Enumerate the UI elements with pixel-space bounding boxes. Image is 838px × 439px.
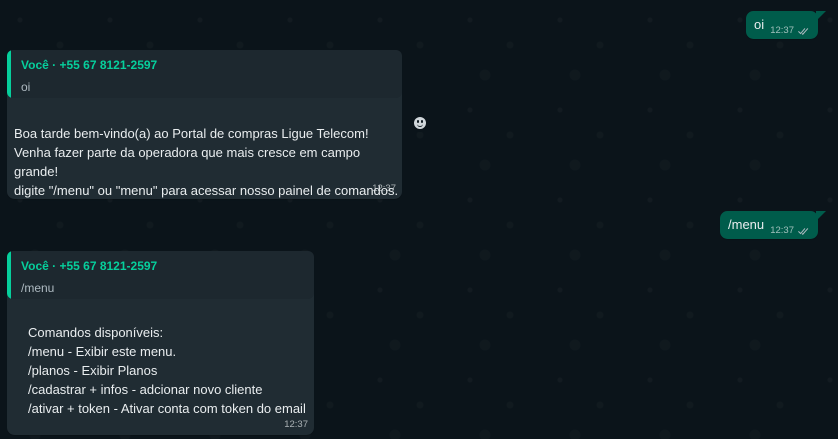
message-text: Boa tarde bem-vindo(a) ao Portal de comp… bbox=[14, 126, 399, 198]
incoming-message[interactable]: Você · +55 67 8121-2597 /menu Comandos d… bbox=[7, 251, 314, 435]
quote-author: Você · +55 67 8121-2597 bbox=[21, 259, 158, 273]
incoming-message[interactable]: Você · +55 67 8121-2597 oi Boa tarde bem… bbox=[7, 50, 402, 199]
message-meta: 12:37 bbox=[372, 183, 396, 194]
quote-author: Você · +55 67 8121-2597 bbox=[21, 58, 158, 72]
message-time: 12:37 bbox=[770, 25, 794, 36]
double-check-icon bbox=[798, 27, 809, 35]
quote-accent-bar bbox=[7, 50, 11, 98]
double-check-icon bbox=[798, 227, 809, 235]
outgoing-message[interactable]: oi 12:37 bbox=[746, 11, 818, 39]
message-time: 12:37 bbox=[284, 419, 308, 430]
message-meta: 12:37 bbox=[770, 25, 810, 36]
message-text: Comandos disponíveis: /menu - Exibir est… bbox=[28, 325, 306, 416]
outgoing-message[interactable]: /menu 12:37 bbox=[720, 211, 818, 239]
react-button[interactable] bbox=[411, 114, 429, 132]
emoji-icon bbox=[414, 117, 426, 129]
bubble-tail bbox=[816, 211, 826, 221]
message-text: /menu bbox=[728, 217, 765, 232]
quote-accent-bar bbox=[7, 251, 11, 299]
message-meta: 12:37 bbox=[770, 225, 810, 236]
quote-text: /menu bbox=[21, 281, 55, 295]
bubble-tail bbox=[816, 11, 826, 21]
quote-text: oi bbox=[21, 80, 31, 94]
message-text: oi bbox=[754, 17, 765, 32]
quoted-message[interactable]: Você · +55 67 8121-2597 oi bbox=[7, 50, 402, 98]
message-time: 12:37 bbox=[770, 225, 794, 236]
message-meta: 12:37 bbox=[284, 419, 308, 430]
message-time: 12:37 bbox=[372, 183, 396, 194]
quoted-message[interactable]: Você · +55 67 8121-2597 /menu bbox=[7, 251, 314, 299]
